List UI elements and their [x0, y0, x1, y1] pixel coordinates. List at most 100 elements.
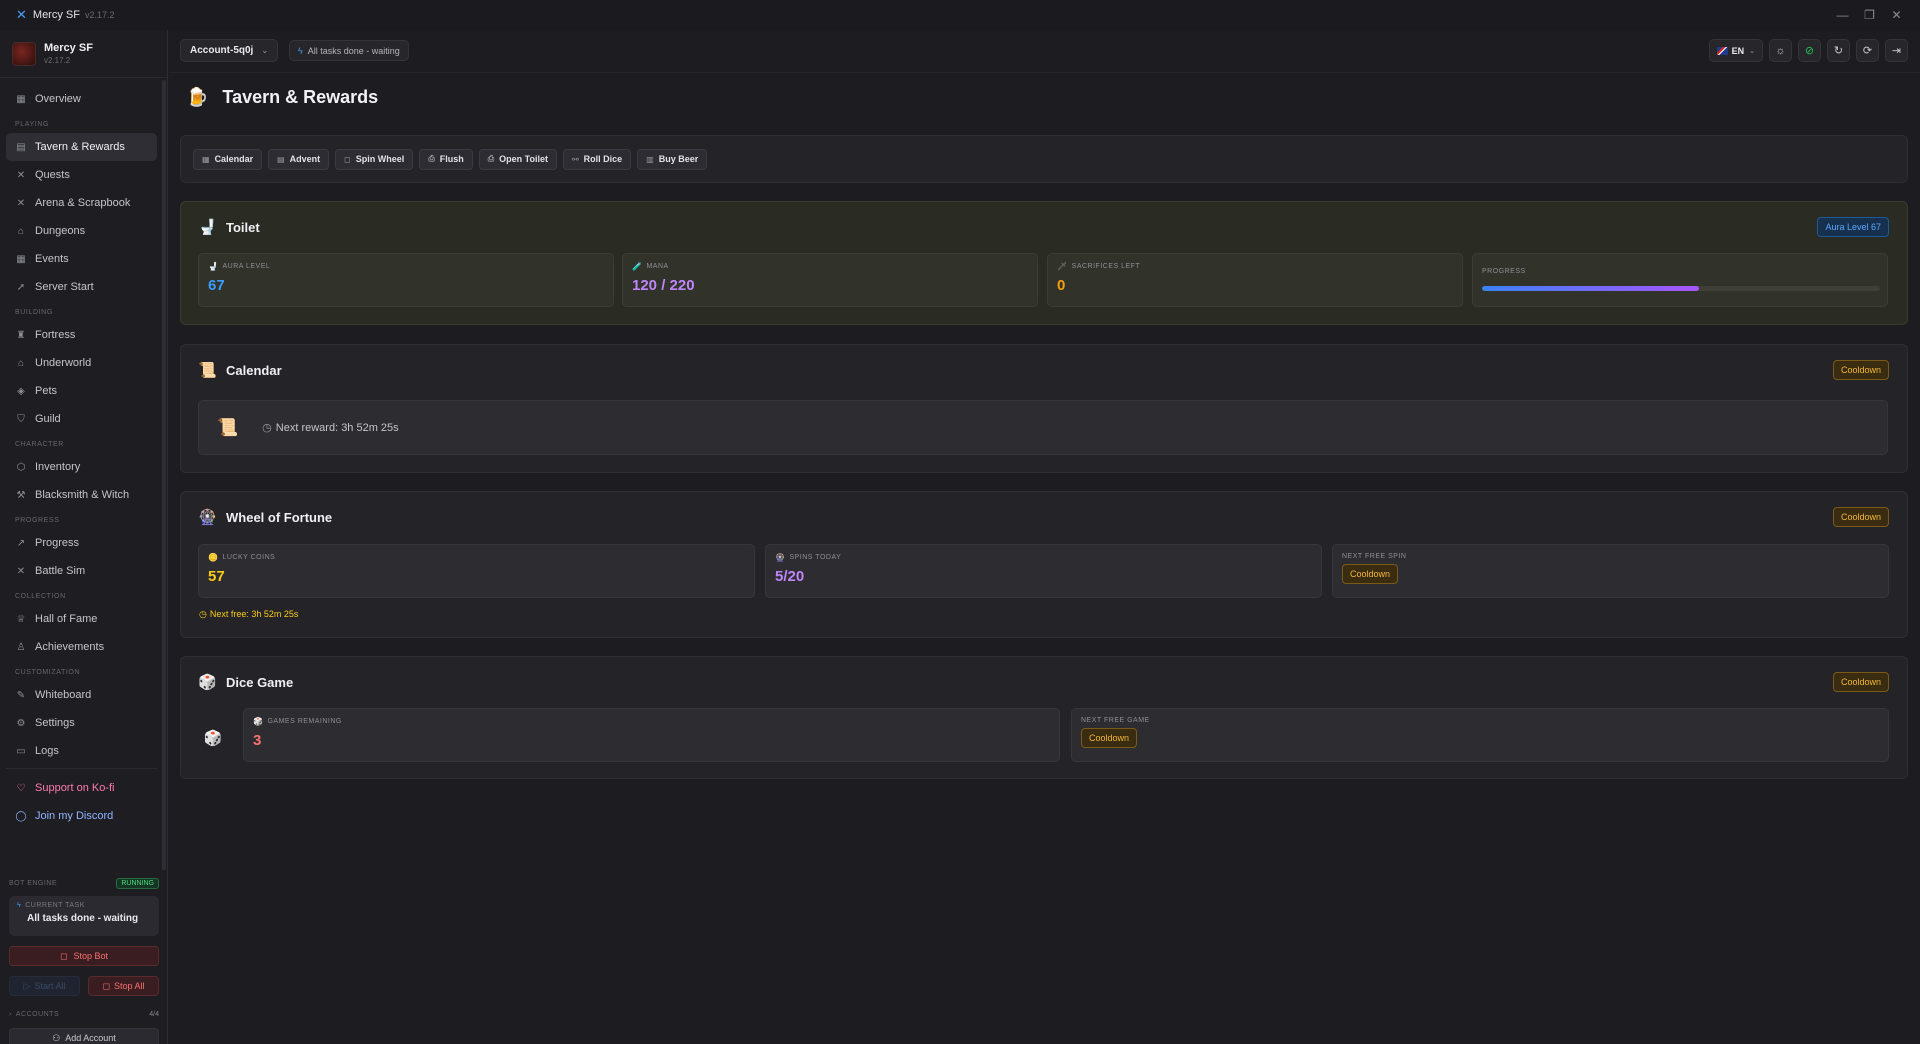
- pen-icon: ✎: [16, 689, 26, 701]
- next-free-spin-stat: NEXT FREE SPIN Cooldown: [1332, 544, 1889, 598]
- chevron-down-icon: ⌄: [1749, 47, 1755, 55]
- sidebar-item-underworld[interactable]: ⌂ Underworld: [6, 349, 157, 377]
- profile[interactable]: Mercy SF v2.17.2: [0, 30, 167, 78]
- sidebar-item-fortress[interactable]: ♜ Fortress: [6, 321, 157, 349]
- sun-icon: ☼: [1775, 44, 1786, 57]
- flush-label: Flush: [439, 154, 464, 164]
- next-reward-text: Next reward: 3h 52m 25s: [275, 422, 399, 434]
- sidebar-item-arena-scrapbook[interactable]: ✕ Arena & Scrapbook: [6, 189, 157, 217]
- add-account-button[interactable]: ⚇ Add Account: [9, 1028, 159, 1044]
- next-free-spin-label: NEXT FREE SPIN: [1342, 553, 1407, 560]
- refresh-icon: ↻: [1833, 45, 1844, 57]
- minimize-icon[interactable]: —: [1829, 8, 1856, 22]
- sidebar-item-pets[interactable]: ◈ Pets: [6, 377, 157, 405]
- sacrifice-icon: 🗡: [1057, 262, 1068, 271]
- sidebar-item-tavern-rewards[interactable]: ▤ Tavern & Rewards: [6, 133, 157, 161]
- mana-value: 120 / 220: [632, 277, 695, 294]
- next-free-game-label: NEXT FREE GAME: [1081, 717, 1150, 724]
- add-account-label: Add Account: [65, 1033, 116, 1043]
- maximize-icon[interactable]: ❐: [1856, 8, 1883, 22]
- sidebar-item-overview[interactable]: ▦ Overview: [6, 85, 157, 113]
- sidebar-item-hall-of-fame[interactable]: ♕ Hall of Fame: [6, 605, 157, 633]
- sacrifices-label: SACRIFICES LEFT: [1071, 263, 1141, 270]
- package-icon: ⬡: [16, 461, 26, 473]
- heart-icon: ♡: [16, 782, 26, 794]
- dice-cooldown-badge: Cooldown: [1832, 672, 1889, 692]
- sidebar-item-guild[interactable]: ⛉ Guild: [6, 405, 157, 433]
- sidebar-item-label: Dungeons: [35, 225, 86, 237]
- uk-flag-icon: [1716, 46, 1728, 55]
- square-icon: ◻: [102, 980, 110, 991]
- sidebar-item-inventory[interactable]: ⬡ Inventory: [6, 453, 157, 481]
- sidebar-item-join-my-discord[interactable]: ◯ Join my Discord: [6, 802, 157, 830]
- calendar-icon: ▦: [202, 154, 210, 164]
- theme-toggle-button[interactable]: ☼: [1769, 39, 1792, 62]
- open-toilet-button[interactable]: ⎙ Open Toilet: [478, 148, 557, 170]
- logout-button[interactable]: ⇥: [1885, 39, 1908, 62]
- sidebar-item-progress[interactable]: ↗ Progress: [6, 529, 157, 557]
- current-task-label: CURRENT TASK: [25, 902, 85, 909]
- sidebar-item-logs[interactable]: ▭ Logs: [6, 737, 157, 765]
- sidebar-item-label: Fortress: [35, 329, 76, 341]
- sidebar-item-events[interactable]: ▦ Events: [6, 245, 157, 273]
- account-select[interactable]: Account-5q0j ⌄: [180, 39, 279, 62]
- sidebar-scrollbar[interactable]: [162, 80, 166, 870]
- next-free-text: Next free: 3h 52m 25s: [209, 609, 299, 619]
- calendar-label: Calendar: [214, 154, 254, 164]
- advent-button[interactable]: ▤ Advent: [268, 148, 330, 170]
- bot-engine-panel: BOT ENGINE RUNNING ϟ CURRENT TASK All tas…: [0, 876, 168, 1044]
- logout-icon: ⇥: [1891, 45, 1902, 57]
- roll-dice-button[interactable]: ⚯ Roll Dice: [562, 148, 632, 170]
- start-all-button[interactable]: ▷ Start All: [9, 976, 80, 996]
- beer-mug-icon: 🍺: [186, 87, 209, 107]
- sidebar-item-dungeons[interactable]: ⌂ Dungeons: [6, 217, 157, 245]
- dice-large-icon: 🎲: [203, 730, 223, 747]
- clock-icon: ◷: [199, 609, 207, 619]
- stop-all-button[interactable]: ◻ Stop All: [88, 976, 159, 996]
- clock-icon: ◷: [262, 422, 272, 434]
- flush-button[interactable]: ⎙ Flush: [419, 148, 473, 170]
- sync-button[interactable]: ⟳: [1856, 39, 1879, 62]
- roll-dice-icon: ⚯: [571, 154, 579, 164]
- app-name: Mercy SF: [32, 9, 80, 21]
- close-icon[interactable]: ✕: [1883, 8, 1910, 22]
- calendar-button[interactable]: ▦ Calendar: [193, 148, 263, 170]
- accounts-toggle[interactable]: › ACCOUNTS 4/4: [0, 1008, 168, 1020]
- games-remaining-stat: 🎲 GAMES REMAINING 3: [243, 708, 1060, 762]
- page-header: 🍺 Tavern & Rewards: [186, 87, 378, 108]
- swords-icon: ✕: [16, 169, 26, 181]
- scroll-icon: 📜: [198, 362, 217, 379]
- status-chip-text: All tasks done - waiting: [307, 45, 400, 56]
- progress-track: [1482, 286, 1880, 291]
- sidebar-item-label: Blacksmith & Witch: [35, 489, 130, 501]
- progress-stat: PROGRESS: [1472, 253, 1888, 307]
- sidebar-item-server-start[interactable]: ➚ Server Start: [6, 273, 157, 301]
- trend-icon: ↗: [16, 537, 26, 549]
- bolt-icon: ϟ: [17, 902, 22, 909]
- stop-bot-button[interactable]: ◻ Stop Bot: [9, 946, 159, 966]
- spin-wheel-button[interactable]: ◻ Spin Wheel: [335, 148, 414, 170]
- current-task-value: All tasks done - waiting: [27, 913, 139, 924]
- account-select-value: Account-5q0j: [190, 45, 254, 56]
- chevron-down-icon: ⌄: [261, 46, 269, 55]
- chat-icon: ◯: [15, 810, 27, 822]
- dice-title: Dice Game: [226, 674, 294, 690]
- sidebar-item-whiteboard[interactable]: ✎ Whiteboard: [6, 681, 157, 709]
- app-version: v2.17.2: [84, 10, 115, 20]
- sidebar-item-quests[interactable]: ✕ Quests: [6, 161, 157, 189]
- aura-level-stat: 🚽 AURA LEVEL 67: [198, 253, 614, 307]
- dice-icon: 🎲: [198, 674, 217, 691]
- sidebar-item-settings[interactable]: ⚙ Settings: [6, 709, 157, 737]
- sidebar-item-battle-sim[interactable]: ✕ Battle Sim: [6, 557, 157, 585]
- sidebar-item-label: Support on Ko-fi: [35, 782, 115, 794]
- visibility-toggle-button[interactable]: ⊘: [1798, 39, 1821, 62]
- sidebar-item-blacksmith-witch[interactable]: ⚒ Blacksmith & Witch: [6, 481, 157, 509]
- refresh-button[interactable]: ↻: [1827, 39, 1850, 62]
- language-select[interactable]: EN ⌄: [1708, 39, 1763, 62]
- calendar-card: 📜 Calendar Cooldown 📜 ◷ Next reward: 3h 5…: [180, 344, 1908, 473]
- buy-beer-button[interactable]: ▥ Buy Beer: [637, 148, 708, 170]
- coin-icon: 🪙: [208, 553, 219, 562]
- sidebar-item-achievements[interactable]: ♙ Achievements: [6, 633, 157, 661]
- title-bar: ✕ Mercy SF v2.17.2 — ❐ ✕: [0, 0, 1920, 30]
- sidebar-item-support-on-ko-fi[interactable]: ♡ Support on Ko-fi: [6, 774, 157, 802]
